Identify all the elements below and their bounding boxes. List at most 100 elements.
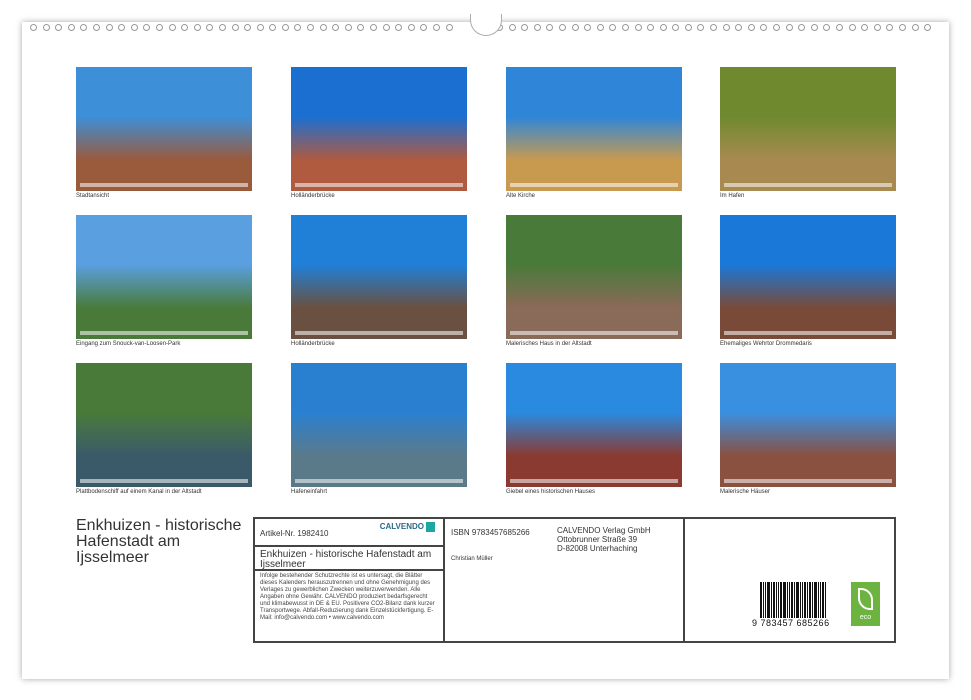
ring-hole	[357, 24, 364, 31]
barcode-bar	[763, 582, 764, 618]
calendar-title: Enkhuizen - historische Hafenstadt am Ij…	[76, 518, 246, 566]
photo	[76, 215, 252, 339]
ring-hole	[395, 24, 402, 31]
barcode-bar	[812, 582, 813, 618]
barcode-bar	[800, 582, 801, 618]
barcode-bar	[804, 582, 806, 618]
photo-caption: Malerisches Haus in der Altstadt	[506, 341, 682, 347]
ring-hole	[194, 24, 201, 31]
publisher-street: Ottobrunner Straße 39	[557, 535, 637, 544]
barcode-number: 9 783457 685266	[752, 618, 830, 628]
photo-caption: Stadtansicht	[76, 193, 252, 199]
photo	[720, 67, 896, 191]
ring-hole	[181, 24, 188, 31]
publisher-name: CALVENDO Verlag GmbH	[557, 526, 651, 535]
ring-hole	[660, 24, 667, 31]
ring-hole	[609, 24, 616, 31]
ring-hole	[672, 24, 679, 31]
ring-hole	[924, 24, 931, 31]
ring-hole	[509, 24, 516, 31]
photo-caption: Giebel eines historischen Hauses	[506, 489, 682, 495]
ring-hole	[332, 24, 339, 31]
ring-hole	[345, 24, 352, 31]
ring-hole	[307, 24, 314, 31]
barcode-bar	[780, 582, 782, 618]
photo-caption: Hafeneinfahrt	[291, 489, 467, 495]
isbn: ISBN 9783457685266	[451, 528, 530, 537]
barcode-bar	[789, 582, 790, 618]
ring-hole	[622, 24, 629, 31]
ring-hole	[559, 24, 566, 31]
barcode-bar	[791, 582, 793, 618]
info-title: Enkhuizen - historische Hafenstadt am Ij…	[255, 547, 443, 571]
photo	[76, 363, 252, 487]
photo-caption: Ehemaliges Wehrtor Drommedaris	[720, 341, 896, 347]
photo	[291, 363, 467, 487]
ring-hole	[773, 24, 780, 31]
barcode-bar	[787, 582, 788, 618]
ring-hole	[257, 24, 264, 31]
ring-hole	[118, 24, 125, 31]
ring-hole	[899, 24, 906, 31]
ring-hole	[446, 24, 453, 31]
ring-hole	[232, 24, 239, 31]
ring-hole	[43, 24, 50, 31]
barcode-bar	[778, 582, 779, 618]
ring-hole	[433, 24, 440, 31]
photo	[506, 363, 682, 487]
ring-hole	[294, 24, 301, 31]
barcode-bar	[820, 582, 821, 618]
ring-hole	[572, 24, 579, 31]
photo	[720, 363, 896, 487]
ring-hole	[647, 24, 654, 31]
author: Christian Müller	[451, 555, 493, 564]
barcode-bar	[814, 582, 817, 618]
barcode-bar	[767, 582, 770, 618]
ring-hole	[823, 24, 830, 31]
photo-caption: Eingang zum Snouck-van-Loosen-Park	[76, 341, 252, 347]
ring-hole	[849, 24, 856, 31]
ring-hole	[521, 24, 528, 31]
ring-hole	[169, 24, 176, 31]
ring-hole	[836, 24, 843, 31]
ring-hole	[786, 24, 793, 31]
ring-hole	[320, 24, 327, 31]
photo-caption: Holländerbrücke	[291, 193, 467, 199]
photo-caption: Holländerbrücke	[291, 341, 467, 347]
ring-hole	[131, 24, 138, 31]
barcode-bar	[807, 582, 808, 618]
barcode-bar	[818, 582, 819, 618]
ring-hole	[912, 24, 919, 31]
barcode	[760, 582, 830, 618]
barcode-bar	[771, 582, 772, 618]
barcode-bar	[796, 582, 799, 618]
calvendo-logo: CALVENDO	[380, 522, 435, 532]
ring-hole	[697, 24, 704, 31]
photo-caption: Im Hafen	[720, 193, 896, 199]
ring-hole	[886, 24, 893, 31]
ring-hole	[370, 24, 377, 31]
photo-caption: Malerische Häuser	[720, 489, 896, 495]
ring-hole	[546, 24, 553, 31]
barcode-bar	[822, 582, 824, 618]
photo	[291, 67, 467, 191]
photo	[720, 215, 896, 339]
ring-hole	[269, 24, 276, 31]
barcode-bar	[776, 582, 777, 618]
ring-hole	[282, 24, 289, 31]
ring-hole	[206, 24, 213, 31]
ring-hole	[798, 24, 805, 31]
barcode-bar	[760, 582, 762, 618]
barcode-bar	[825, 582, 826, 618]
legal-text: Infolge bestehender Schutzrechte ist es …	[255, 571, 443, 624]
barcode-bar	[809, 582, 811, 618]
ring-hole	[534, 24, 541, 31]
ring-hole	[760, 24, 767, 31]
photo-caption: Plattbodenschiff auf einem Kanal in der …	[76, 489, 252, 495]
barcode-bar	[783, 582, 786, 618]
ring-hole	[748, 24, 755, 31]
barcode-bar	[765, 582, 766, 618]
publisher-city: D-82008 Unterhaching	[557, 544, 638, 553]
leaf-icon	[858, 588, 873, 610]
ring-hole	[68, 24, 75, 31]
